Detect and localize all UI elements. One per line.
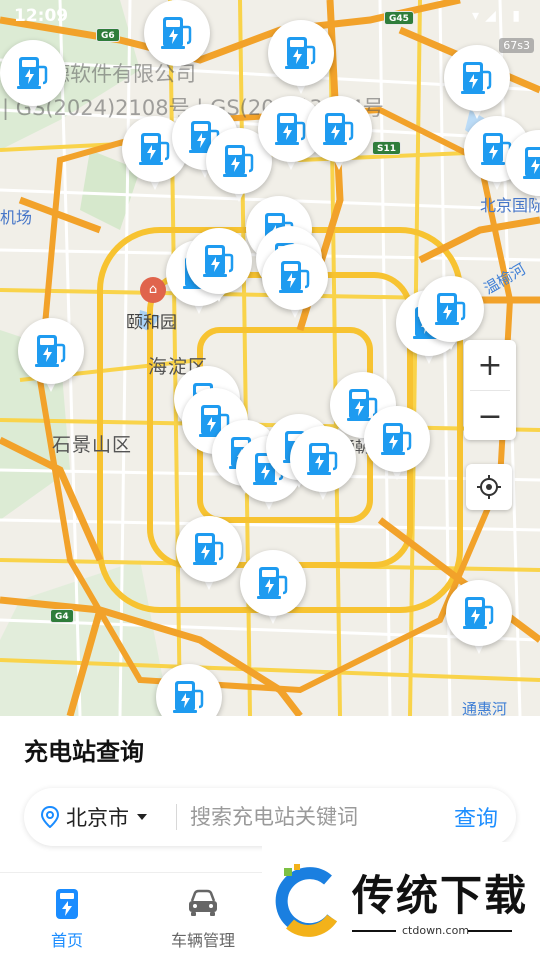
watermark-brand: 传统下载: [352, 871, 529, 920]
charging-station-marker[interactable]: [262, 244, 328, 320]
charger-icon: [279, 261, 310, 293]
search-button[interactable]: 查询: [454, 788, 498, 846]
city-selector[interactable]: 北京市: [40, 788, 149, 846]
charging-station-marker[interactable]: [240, 550, 306, 626]
tab-vehicle-label: 车辆管理: [170, 931, 235, 950]
charger-icon: [523, 147, 540, 179]
search-divider: [176, 804, 177, 830]
charger-icon: [223, 145, 254, 177]
charger-icon: [435, 293, 466, 325]
search-input[interactable]: [190, 800, 430, 834]
tab-home[interactable]: 首页: [12, 887, 122, 951]
location-pin-icon: [40, 806, 60, 828]
highway-shield-g45: G45: [384, 11, 414, 25]
charger-icon: [203, 245, 234, 277]
car-icon: [189, 889, 217, 916]
watermark-url: ctdown.com: [402, 924, 470, 937]
charging-station-marker[interactable]: [268, 20, 334, 96]
charging-station-marker[interactable]: [144, 0, 210, 76]
charger-icon: [323, 113, 354, 145]
status-time: 12:09: [14, 6, 69, 26]
charging-station-marker[interactable]: [290, 426, 356, 502]
tab-vehicle-management[interactable]: 车辆管理: [148, 887, 258, 951]
charger-icon: [193, 533, 224, 565]
tab-home-label: 首页: [50, 931, 83, 950]
watermark-emblem-icon: [275, 864, 338, 937]
charger-icon: [381, 423, 412, 455]
charging-station-marker[interactable]: [446, 580, 512, 656]
palace-poi-icon: ⌂: [140, 277, 166, 303]
charging-station-marker[interactable]: [176, 516, 242, 592]
highway-shield-s11: S11: [372, 141, 402, 155]
charger-icon: [257, 567, 288, 599]
highway-shield-g4: G4: [50, 609, 74, 623]
locate-me-button[interactable]: [466, 464, 512, 510]
zoom-controls: + −: [464, 340, 516, 440]
charger-icon: [463, 597, 494, 629]
charger-icon: [173, 681, 204, 713]
charger-icon: [275, 113, 306, 145]
highway-shield-g6: G6: [96, 28, 120, 42]
charging-station-icon: [56, 889, 78, 919]
charging-station-marker[interactable]: [156, 664, 222, 716]
charger-icon: [161, 17, 192, 49]
map-label-airport: 机场: [0, 208, 33, 227]
watermark-rule-right: [468, 930, 512, 932]
charging-station-marker[interactable]: [444, 45, 510, 121]
watermark-rule-left: [352, 930, 396, 932]
charger-icon: [461, 62, 492, 94]
charger-icon: [139, 133, 170, 165]
map-view[interactable]: 12:09 ▾◢ ▮ 67s3 高德软件有限公司 | GS(2024)2108号…: [0, 0, 540, 716]
charger-icon: [35, 335, 66, 367]
map-label-shijingshan: 石景山区: [52, 434, 133, 456]
charging-station-marker[interactable]: [0, 40, 66, 116]
app-root: 12:09 ▾◢ ▮ 67s3 高德软件有限公司 | GS(2024)2108号…: [0, 0, 540, 960]
sheet-title: 充电站查询: [24, 738, 144, 766]
city-name: 北京市: [66, 806, 129, 830]
charging-station-marker[interactable]: [364, 406, 430, 482]
charging-station-marker[interactable]: [18, 318, 84, 394]
charging-station-marker[interactable]: [506, 130, 540, 206]
status-icons: ▾◢ ▮: [472, 8, 526, 24]
caret-down-icon: [137, 814, 147, 820]
charging-station-marker[interactable]: [306, 96, 372, 172]
charger-icon: [285, 37, 316, 69]
search-bar: 北京市 查询: [24, 788, 516, 846]
crosshair-icon: [477, 475, 501, 499]
map-label-tonghui-river: 通惠河: [462, 700, 508, 716]
charger-icon: [307, 443, 338, 475]
charging-station-marker[interactable]: [186, 228, 252, 304]
zoom-in-button[interactable]: +: [464, 340, 516, 390]
watermark-logo: 传统下载 ctdown.com: [262, 842, 540, 960]
charger-icon: [17, 57, 48, 89]
zoom-out-button[interactable]: −: [464, 391, 516, 441]
